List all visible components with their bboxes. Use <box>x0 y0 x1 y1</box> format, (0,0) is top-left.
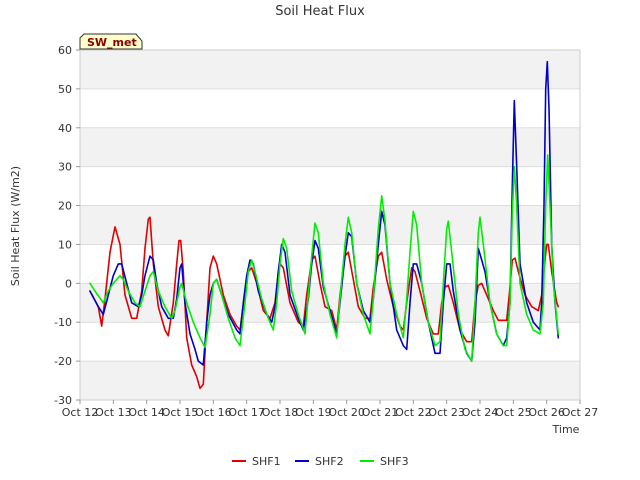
legend-label-shf3: SHF3 <box>380 455 409 468</box>
station-badge-label: SW_met <box>87 36 137 49</box>
x-tick-label: Oct 15 <box>162 406 199 419</box>
legend-label-shf1: SHF1 <box>252 455 281 468</box>
station-badge: SW_met <box>79 33 143 50</box>
x-tick-label: Oct 17 <box>228 406 265 419</box>
chart-title: Soil Heat Flux <box>275 4 365 19</box>
y-tick-label: -10 <box>54 316 72 329</box>
x-tick-label: Oct 22 <box>395 406 432 419</box>
x-tick-label: Oct 23 <box>428 406 465 419</box>
grid-band <box>80 205 580 245</box>
grid-band <box>80 127 580 167</box>
y-axis-label: Soil Heat Flux (W/m2) <box>9 166 22 286</box>
x-tick-label: Oct 21 <box>362 406 399 419</box>
y-tick-label: 40 <box>58 122 72 135</box>
y-tick-label: 50 <box>58 83 72 96</box>
x-tick-label: Oct 20 <box>328 406 365 419</box>
x-tick-label: Oct 13 <box>95 406 132 419</box>
y-tick-label: 60 <box>58 44 72 57</box>
x-tick-label: Oct 18 <box>262 406 299 419</box>
y-tick-label: 30 <box>58 161 72 174</box>
legend-label-shf2: SHF2 <box>315 455 344 468</box>
x-tick-label: Oct 19 <box>295 406 332 419</box>
y-tick-label: -20 <box>54 355 72 368</box>
grid-band <box>80 50 580 89</box>
soil-heat-flux-chart: -30-20-100102030405060 Oct 12Oct 13Oct 1… <box>0 0 640 480</box>
x-tick-label: Oct 27 <box>562 406 599 419</box>
x-tick-label: Oct 26 <box>528 406 565 419</box>
x-tick-label: Oct 12 <box>62 406 99 419</box>
y-tick-label: 0 <box>65 277 72 290</box>
legend: SHF1 SHF2 SHF3 <box>232 455 409 468</box>
x-axis-label: Time <box>552 423 580 436</box>
y-tick-label: 20 <box>58 200 72 213</box>
x-tick-label: Oct 24 <box>462 406 499 419</box>
x-tick-label: Oct 16 <box>195 406 232 419</box>
x-tick-label: Oct 14 <box>128 406 165 419</box>
x-tick-label: Oct 25 <box>495 406 532 419</box>
y-tick-label: 10 <box>58 238 72 251</box>
grid-band <box>80 361 580 400</box>
